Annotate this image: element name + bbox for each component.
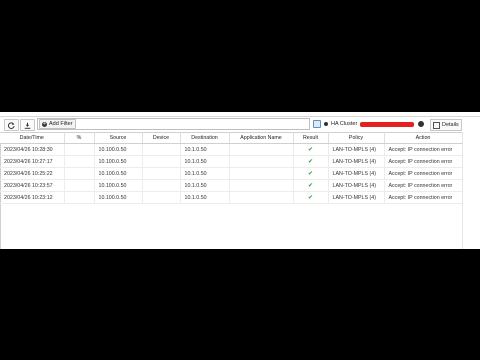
log-table: Date/Time % Source Device Destination Ap… <box>0 132 463 204</box>
chevron-down-icon <box>324 122 328 126</box>
column-header-datetime[interactable]: Date/Time <box>0 132 65 144</box>
cell-destination: 10.1.0.50 <box>180 191 230 204</box>
cell-policy: LAN-TO-MPLS (4) <box>328 167 385 180</box>
cell-destination: 10.1.0.50 <box>180 167 230 180</box>
cell-policy: LAN-TO-MPLS (4) <box>328 191 385 204</box>
cell-percent <box>64 179 95 192</box>
cell-destination: 10.1.0.50 <box>180 143 230 156</box>
cell-device <box>142 179 181 192</box>
cell-policy: LAN-TO-MPLS (4) <box>328 143 385 156</box>
cell-action: Accept: IP connection error <box>384 155 463 168</box>
add-filter-button[interactable]: + Add Filter <box>39 119 76 129</box>
cell-source: 10.100.0.50 <box>94 155 143 168</box>
column-header-policy[interactable]: Policy <box>328 132 385 144</box>
table-row[interactable]: 2023/04/26 10:27:17 10.100.0.50 10.1.0.5… <box>0 155 463 168</box>
download-button[interactable] <box>20 119 35 131</box>
details-icon <box>433 121 440 129</box>
check-icon: ✔ <box>307 147 314 153</box>
refresh-icon <box>8 121 15 129</box>
table-row[interactable]: 2023/04/26 10:23:57 10.100.0.50 10.1.0.5… <box>0 179 463 192</box>
check-icon: ✔ <box>307 171 314 177</box>
table-row[interactable]: 2023/04/26 10:28:30 10.100.0.50 10.1.0.5… <box>0 143 463 156</box>
filter-input[interactable]: + Add Filter <box>37 118 310 130</box>
cell-datetime: 2023/04/26 10:23:57 <box>0 179 65 192</box>
cell-percent <box>64 143 95 156</box>
cell-policy: LAN-TO-MPLS (4) <box>328 155 385 168</box>
cell-source: 10.100.0.50 <box>94 143 143 156</box>
cell-action: Accept: IP connection error <box>384 191 463 204</box>
plus-icon: + <box>42 120 47 127</box>
table-right-gutter <box>462 132 480 249</box>
cell-datetime: 2023/04/26 10:27:17 <box>0 155 65 168</box>
cell-device <box>142 191 181 204</box>
column-header-destination[interactable]: Destination <box>180 132 230 144</box>
cell-device <box>142 143 181 156</box>
cell-result: ✔ <box>293 179 329 192</box>
column-header-application-name[interactable]: Application Name <box>229 132 294 144</box>
details-label: Details <box>442 122 459 128</box>
cell-action: Accept: IP connection error <box>384 143 463 156</box>
cell-result: ✔ <box>293 167 329 180</box>
check-icon: ✔ <box>307 183 314 189</box>
cell-action: Accept: IP connection error <box>384 167 463 180</box>
add-filter-label: Add Filter <box>49 121 73 127</box>
column-header-device[interactable]: Device <box>142 132 181 144</box>
dropdown-icon <box>418 121 425 127</box>
refresh-button[interactable] <box>4 119 19 131</box>
table-row[interactable]: 2023/04/26 10:25:22 10.100.0.50 10.1.0.5… <box>0 167 463 180</box>
column-header-action[interactable]: Action <box>384 132 463 144</box>
toolbar: + Add Filter HA Cluster Details <box>0 116 480 131</box>
ha-cluster-label: HA Cluster <box>331 121 358 127</box>
cell-percent <box>64 191 95 204</box>
cell-application <box>229 191 294 204</box>
cell-policy: LAN-TO-MPLS (4) <box>328 179 385 192</box>
ha-cluster-icon <box>313 120 321 128</box>
cell-source: 10.100.0.50 <box>94 167 143 180</box>
ha-cluster-selector[interactable]: HA Cluster <box>313 118 425 130</box>
check-icon: ✔ <box>307 159 314 165</box>
download-icon <box>24 122 31 129</box>
cell-source: 10.100.0.50 <box>94 191 143 204</box>
cell-device <box>142 155 181 168</box>
cell-datetime: 2023/04/26 10:23:12 <box>0 191 65 204</box>
cell-destination: 10.1.0.50 <box>180 155 230 168</box>
column-header-percent[interactable]: % <box>64 132 95 144</box>
cell-application <box>229 167 294 180</box>
cell-result: ✔ <box>293 191 329 204</box>
cell-percent <box>64 167 95 180</box>
check-icon: ✔ <box>307 195 314 201</box>
cell-source: 10.100.0.50 <box>94 179 143 192</box>
cell-application <box>229 143 294 156</box>
cell-result: ✔ <box>293 155 329 168</box>
details-button[interactable]: Details <box>430 119 462 131</box>
cell-application <box>229 179 294 192</box>
cell-percent <box>64 155 95 168</box>
cell-datetime: 2023/04/26 10:28:30 <box>0 143 65 156</box>
column-header-result[interactable]: Result <box>293 132 329 144</box>
table-header-row: Date/Time % Source Device Destination Ap… <box>0 132 463 144</box>
cell-device <box>142 167 181 180</box>
log-viewer-panel: + Add Filter HA Cluster Details Date/Tim… <box>0 112 480 249</box>
cell-action: Accept: IP connection error <box>384 179 463 192</box>
column-header-source[interactable]: Source <box>94 132 143 144</box>
cell-destination: 10.1.0.50 <box>180 179 230 192</box>
redacted-device-name <box>360 121 415 127</box>
cell-result: ✔ <box>293 143 329 156</box>
table-row[interactable]: 2023/04/26 10:23:12 10.100.0.50 10.1.0.5… <box>0 191 463 204</box>
cell-datetime: 2023/04/26 10:25:22 <box>0 167 65 180</box>
cell-application <box>229 155 294 168</box>
